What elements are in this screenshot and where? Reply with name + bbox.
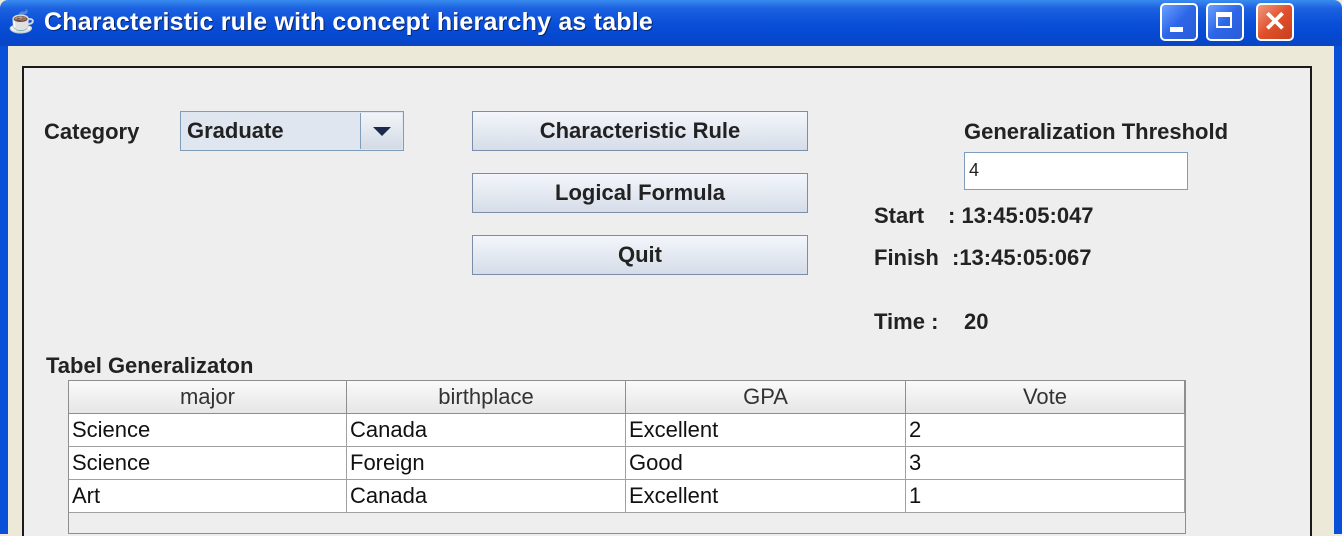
window-title: Characteristic rule with concept hierarc… <box>44 8 654 36</box>
cell-birthplace[interactable]: Canada <box>347 480 626 512</box>
start-label: Start <box>874 203 925 228</box>
cell-major[interactable]: Science <box>69 447 347 479</box>
category-select[interactable]: Graduate <box>180 111 404 151</box>
column-header-gpa[interactable]: GPA <box>626 381 906 413</box>
characteristic-rule-button[interactable]: Characteristic Rule <box>472 111 808 151</box>
table-header: major birthplace GPA Vote <box>69 381 1185 414</box>
java-cup-icon: ☕ <box>8 9 36 34</box>
table-row[interactable]: Art Canada Excellent 1 <box>69 480 1185 513</box>
cell-gpa[interactable]: Excellent <box>626 414 906 446</box>
logical-formula-button[interactable]: Logical Formula <box>472 173 808 213</box>
title-bar[interactable]: ☕ Characteristic rule with concept hiera… <box>0 0 1342 46</box>
cell-vote[interactable]: 3 <box>906 447 1185 479</box>
cell-gpa[interactable]: Excellent <box>626 480 906 512</box>
quit-button[interactable]: Quit <box>472 235 808 275</box>
column-header-vote[interactable]: Vote <box>906 381 1185 413</box>
minimize-icon <box>1170 27 1183 32</box>
elapsed-time: 20 <box>964 309 989 334</box>
cell-major[interactable]: Science <box>69 414 347 446</box>
column-header-major[interactable]: major <box>69 381 347 413</box>
cell-birthplace[interactable]: Foreign <box>347 447 626 479</box>
cell-gpa[interactable]: Good <box>626 447 906 479</box>
cell-vote[interactable]: 1 <box>906 480 1185 512</box>
category-selected-value: Graduate <box>187 118 284 143</box>
finish-time: :13:45:05:067 <box>952 245 1092 270</box>
threshold-input[interactable]: 4 <box>964 152 1188 190</box>
table-row[interactable]: Science Canada Excellent 2 <box>69 414 1185 447</box>
cell-birthplace[interactable]: Canada <box>347 414 626 446</box>
table-row[interactable]: Science Foreign Good 3 <box>69 447 1185 480</box>
dropdown-button[interactable] <box>360 113 402 149</box>
threshold-label: Generalization Threshold <box>964 119 1229 144</box>
time-label: Time : <box>874 309 939 334</box>
start-time: : 13:45:05:047 <box>948 203 1094 228</box>
table-title: Tabel Generalizaton <box>46 353 254 378</box>
cell-vote[interactable]: 2 <box>906 414 1185 446</box>
column-header-birthplace[interactable]: birthplace <box>347 381 626 413</box>
cell-major[interactable]: Art <box>69 480 347 512</box>
chevron-down-icon <box>373 127 391 136</box>
close-button[interactable]: ✕ <box>1256 3 1294 41</box>
finish-label: Finish <box>874 245 939 270</box>
maximize-button[interactable] <box>1206 3 1244 41</box>
generalization-table[interactable]: major birthplace GPA Vote Science Canada… <box>68 380 1186 534</box>
close-icon: ✕ <box>1263 6 1287 37</box>
maximize-icon <box>1216 12 1232 28</box>
minimize-button[interactable] <box>1160 3 1198 41</box>
category-label: Category <box>44 119 140 144</box>
